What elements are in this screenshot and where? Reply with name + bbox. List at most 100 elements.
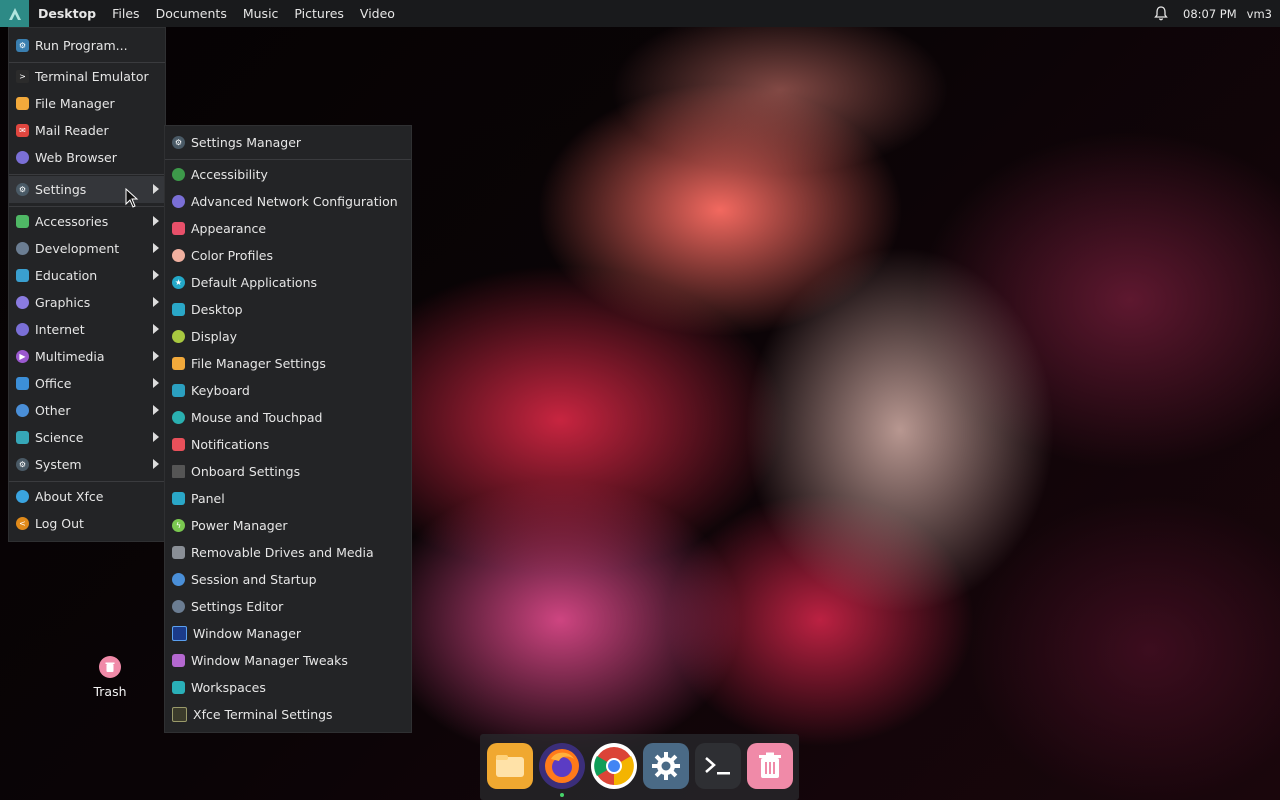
- panel-pictures[interactable]: Pictures: [286, 0, 352, 27]
- menu-separator: [9, 174, 165, 175]
- menu-web-browser[interactable]: Web Browser: [9, 144, 165, 171]
- settings-manager-icon: ⚙: [172, 136, 185, 149]
- submenu-notifications[interactable]: Notifications: [165, 431, 411, 458]
- folder-icon: [16, 97, 29, 110]
- menu-label: System: [35, 457, 82, 472]
- menu-label: Keyboard: [191, 383, 250, 398]
- panel-video[interactable]: Video: [352, 0, 403, 27]
- submenu-arrow-icon: [153, 432, 159, 442]
- accessories-icon: [16, 215, 29, 228]
- menu-graphics[interactable]: Graphics: [9, 289, 165, 316]
- panel-clock[interactable]: 08:07 PM: [1183, 7, 1237, 21]
- mouse-cursor-icon: [125, 188, 139, 208]
- running-indicator: [560, 793, 564, 797]
- desktop-trash[interactable]: Trash: [84, 656, 136, 699]
- submenu-keyboard[interactable]: Keyboard: [165, 377, 411, 404]
- menu-label: Appearance: [191, 221, 267, 236]
- menu-label: Web Browser: [35, 150, 117, 165]
- submenu-xfce-terminal-settings[interactable]: Xfce Terminal Settings: [165, 701, 411, 728]
- menu-label: Accessibility: [191, 167, 268, 182]
- panel-documents[interactable]: Documents: [148, 0, 235, 27]
- office-icon: [16, 377, 29, 390]
- submenu-removable-drives[interactable]: Removable Drives and Media: [165, 539, 411, 566]
- menu-label: Session and Startup: [191, 572, 317, 587]
- firefox-icon[interactable]: [539, 743, 585, 789]
- settings-icon[interactable]: [643, 743, 689, 789]
- menu-education[interactable]: Education: [9, 262, 165, 289]
- mail-icon: ✉: [16, 124, 29, 137]
- run-program-icon: ⚙: [16, 39, 29, 52]
- default-applications-icon: ★: [172, 276, 185, 289]
- keyboard-icon: [172, 384, 185, 397]
- submenu-display[interactable]: Display: [165, 323, 411, 350]
- submenu-arrow-icon: [153, 405, 159, 415]
- file-manager-icon[interactable]: [487, 743, 533, 789]
- submenu-settings-manager[interactable]: ⚙ Settings Manager: [165, 129, 411, 156]
- submenu-panel[interactable]: Panel: [165, 485, 411, 512]
- submenu-arrow-icon: [153, 216, 159, 226]
- submenu-window-manager[interactable]: Window Manager: [165, 620, 411, 647]
- about-icon: [16, 490, 29, 503]
- gear-icon: ⚙: [16, 183, 29, 196]
- menu-development[interactable]: Development: [9, 235, 165, 262]
- file-manager-settings-icon: [172, 357, 185, 370]
- submenu-session-startup[interactable]: Session and Startup: [165, 566, 411, 593]
- menu-settings[interactable]: ⚙ Settings: [9, 176, 165, 203]
- submenu-appearance[interactable]: Appearance: [165, 215, 411, 242]
- globe-icon: [16, 151, 29, 164]
- menu-about-xfce[interactable]: About Xfce: [9, 483, 165, 510]
- menu-log-out[interactable]: < Log Out: [9, 510, 165, 537]
- menu-label: Color Profiles: [191, 248, 273, 263]
- menu-run-program[interactable]: ⚙ Run Program...: [9, 32, 165, 59]
- session-icon: [172, 573, 185, 586]
- submenu-arrow-icon: [153, 297, 159, 307]
- menu-label: Advanced Network Configuration: [191, 194, 398, 209]
- notification-bell-icon[interactable]: [1151, 0, 1171, 27]
- submenu-accessibility[interactable]: Accessibility: [165, 161, 411, 188]
- menu-label: Multimedia: [35, 349, 105, 364]
- menu-label: Science: [35, 430, 84, 445]
- submenu-window-manager-tweaks[interactable]: Window Manager Tweaks: [165, 647, 411, 674]
- submenu-default-applications[interactable]: ★ Default Applications: [165, 269, 411, 296]
- submenu-power-manager[interactable]: ϟ Power Manager: [165, 512, 411, 539]
- menu-accessories[interactable]: Accessories: [9, 208, 165, 235]
- panel-user[interactable]: vm3: [1247, 7, 1272, 21]
- menu-label: Settings Editor: [191, 599, 284, 614]
- submenu-mouse-touchpad[interactable]: Mouse and Touchpad: [165, 404, 411, 431]
- menu-office[interactable]: Office: [9, 370, 165, 397]
- chrome-icon[interactable]: [591, 743, 637, 789]
- menu-multimedia[interactable]: ▶ Multimedia: [9, 343, 165, 370]
- submenu-advanced-network[interactable]: Advanced Network Configuration: [165, 188, 411, 215]
- trash-icon[interactable]: [747, 743, 793, 789]
- menu-terminal-emulator[interactable]: > Terminal Emulator: [9, 63, 165, 90]
- terminal-icon: >: [16, 70, 29, 83]
- appearance-icon: [172, 222, 185, 235]
- applications-menu-button[interactable]: [0, 0, 29, 27]
- menu-other[interactable]: Other: [9, 397, 165, 424]
- submenu-color-profiles[interactable]: Color Profiles: [165, 242, 411, 269]
- menu-label: Settings Manager: [191, 135, 302, 150]
- submenu-arrow-icon: [153, 324, 159, 334]
- menu-label: Mouse and Touchpad: [191, 410, 323, 425]
- menu-label: About Xfce: [35, 489, 104, 504]
- menu-science[interactable]: Science: [9, 424, 165, 451]
- submenu-file-manager-settings[interactable]: File Manager Settings: [165, 350, 411, 377]
- terminal-icon[interactable]: [695, 743, 741, 789]
- network-icon: [172, 195, 185, 208]
- menu-mail-reader[interactable]: ✉ Mail Reader: [9, 117, 165, 144]
- trash-label: Trash: [93, 684, 127, 699]
- applications-menu: ⚙ Run Program... > Terminal Emulator Fil…: [8, 27, 166, 542]
- mouse-icon: [172, 411, 185, 424]
- panel-music[interactable]: Music: [235, 0, 287, 27]
- trash-icon: [99, 656, 121, 678]
- panel-files[interactable]: Files: [104, 0, 147, 27]
- menu-file-manager[interactable]: File Manager: [9, 90, 165, 117]
- submenu-workspaces[interactable]: Workspaces: [165, 674, 411, 701]
- submenu-onboard-settings[interactable]: Onboard Settings: [165, 458, 411, 485]
- panel-desktop[interactable]: Desktop: [29, 0, 104, 27]
- submenu-desktop[interactable]: Desktop: [165, 296, 411, 323]
- menu-internet[interactable]: Internet: [9, 316, 165, 343]
- menu-system[interactable]: ⚙ System: [9, 451, 165, 478]
- submenu-settings-editor[interactable]: Settings Editor: [165, 593, 411, 620]
- display-icon: [172, 330, 185, 343]
